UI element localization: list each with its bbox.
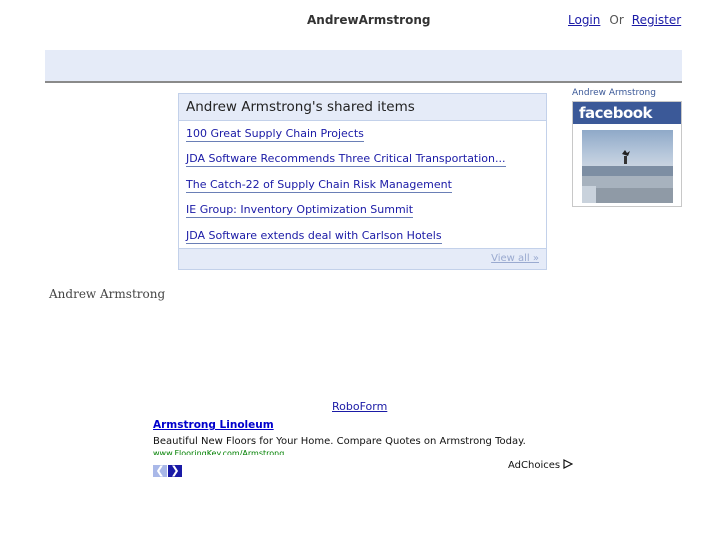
auth-links: Login Or Register [568,13,681,27]
profile-photo[interactable] [582,130,673,203]
facebook-logo: facebook [573,102,681,124]
shared-item-link[interactable]: The Catch-22 of Supply Chain Risk Manage… [186,177,452,193]
adchoices-icon [563,459,574,469]
ad-unit: Armstrong Linoleum Beautiful New Floors … [153,419,574,477]
ad-description: Beautiful New Floors for Your Home. Comp… [153,436,526,447]
ad-display-url[interactable]: www.FlooringKey.com/Armstrong [153,449,573,455]
list-item: The Catch-22 of Supply Chain Risk Manage… [186,172,546,197]
roboform-link-container: RoboForm [332,400,387,413]
author-byline: Andrew Armstrong [49,287,166,301]
shared-items-widget: Andrew Armstrong's shared items 100 Grea… [178,93,547,270]
ad-navigation: ❮ ❯ [153,459,183,478]
list-item: IE Group: Inventory Optimization Summit [186,197,546,222]
shared-item-link[interactable]: JDA Software extends deal with Carlson H… [186,228,442,244]
list-item: JDA Software extends deal with Carlson H… [186,223,546,248]
facebook-badge[interactable]: Andrew Armstrong facebook [572,88,682,207]
login-link[interactable]: Login [568,13,600,27]
ad-title-link[interactable]: Armstrong Linoleum [153,419,573,431]
shared-item-link[interactable]: JDA Software Recommends Three Critical T… [186,152,506,168]
register-link[interactable]: Register [632,13,681,27]
facebook-badge-box[interactable]: facebook [572,101,682,207]
shared-item-link[interactable]: IE Group: Inventory Optimization Summit [186,203,414,219]
chevron-left-icon[interactable]: ❮ [153,465,167,477]
nav-bar [45,50,682,83]
shared-items-list: 100 Great Supply Chain Projects JDA Soft… [179,121,546,248]
roboform-link[interactable]: RoboForm [332,400,387,413]
shared-items-title: Andrew Armstrong's shared items [179,94,546,121]
adchoices-link[interactable]: AdChoices [508,459,574,471]
view-all-link[interactable]: View all » [491,253,539,264]
shared-item-link[interactable]: 100 Great Supply Chain Projects [186,127,364,142]
facebook-profile-name[interactable]: Andrew Armstrong [572,88,682,98]
shared-items-footer: View all » [179,248,546,269]
or-separator: Or [609,13,624,27]
adchoices-label: AdChoices [508,460,561,471]
chevron-right-icon[interactable]: ❯ [168,465,182,477]
site-title: AndrewArmstrong [307,13,431,27]
list-item: 100 Great Supply Chain Projects [186,121,546,146]
list-item: JDA Software Recommends Three Critical T… [186,146,546,171]
